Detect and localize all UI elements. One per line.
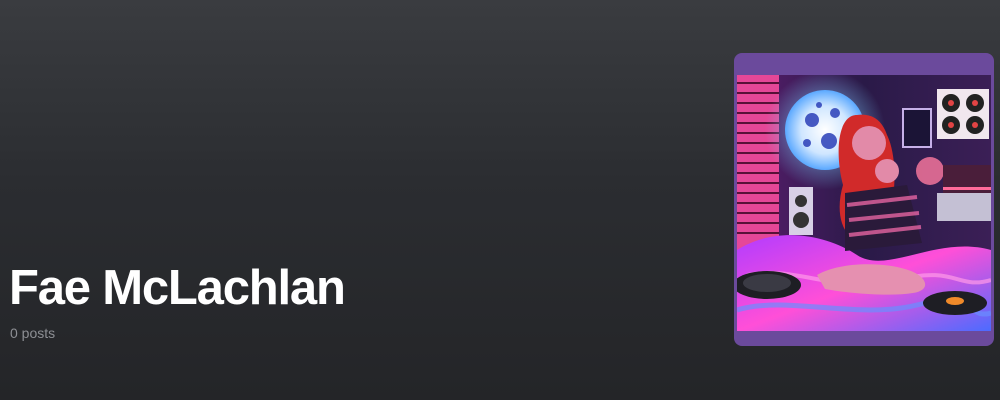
avatar-image <box>737 75 991 331</box>
post-count[interactable]: 0 posts <box>10 325 55 341</box>
profile-name: Fae McLachlan <box>9 261 346 315</box>
profile-avatar[interactable] <box>734 53 994 346</box>
